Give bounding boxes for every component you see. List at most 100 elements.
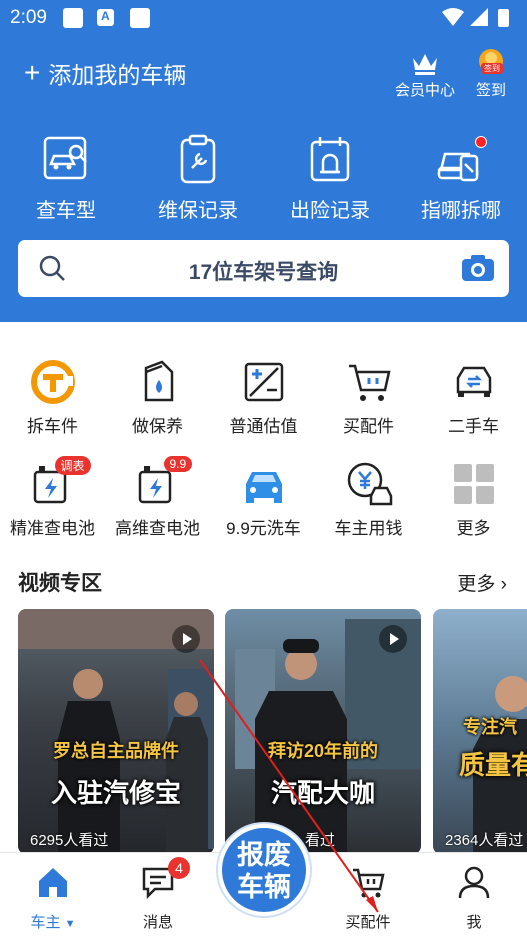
notification-icon	[130, 8, 150, 28]
more-label: 更多	[457, 574, 496, 595]
quick-label: 出险记录	[290, 200, 370, 222]
battery-icon: 调表	[29, 456, 91, 508]
user-icon	[457, 865, 491, 901]
service-label: 做保养	[132, 417, 183, 436]
add-vehicle-label: 添加我的车辆	[48, 62, 187, 88]
message-icon: 4	[141, 857, 190, 901]
valuation-icon	[240, 358, 288, 406]
service-dismantle-parts[interactable]: 拆车件	[0, 358, 105, 437]
scrap-line-2: 车辆	[237, 872, 291, 902]
car-loan-icon	[345, 460, 393, 508]
cart-icon	[345, 358, 393, 406]
tab-me[interactable]: 我	[439, 865, 509, 932]
service-label: 二手车	[448, 417, 499, 436]
header: 2:09 + 添加我的车辆 会员中心 签到 签到 查车	[0, 0, 527, 322]
message-count-badge: 4	[168, 857, 190, 879]
tab-buy-parts-label: 买配件	[345, 914, 391, 931]
oil-maintenance-icon	[134, 358, 182, 406]
video-caption-main: 汽配大咖	[270, 778, 375, 808]
status-icons	[440, 6, 515, 35]
video-views: 2364人看过	[445, 832, 524, 849]
video-card[interactable]: 拜访20年前的 汽配大咖 看过	[225, 609, 421, 854]
service-label: 更多	[456, 519, 491, 538]
service-valuation[interactable]: 普通估值	[211, 358, 316, 437]
video-section-title: 视频专区	[18, 572, 102, 595]
car-search-icon	[40, 134, 92, 188]
service-precise-battery-check[interactable]: 调表 精准查电池	[0, 456, 105, 539]
check-in-button[interactable]: 签到 签到	[476, 46, 506, 100]
service-buy-parts[interactable]: 买配件	[316, 358, 421, 437]
scrap-vehicle-button[interactable]: 报废 车辆	[218, 824, 310, 916]
vin-search-placeholder: 17位车架号查询	[188, 261, 339, 284]
camera-icon[interactable]	[461, 253, 495, 288]
service-car-wash[interactable]: 9.9元洗车	[211, 460, 316, 539]
used-car-icon	[450, 358, 498, 406]
video-views: 看过	[305, 832, 336, 849]
member-center-button[interactable]: 会员中心	[395, 46, 455, 100]
cart-icon	[351, 865, 385, 901]
wifi-icon	[442, 8, 464, 26]
chevron-right-icon: ›	[500, 574, 507, 595]
service-used-car[interactable]: 二手车	[421, 358, 526, 437]
check-in-label: 签到	[476, 82, 507, 99]
tab-messages[interactable]: 4 消息	[123, 857, 193, 932]
more-grid-icon	[450, 460, 498, 508]
crown-icon	[411, 46, 439, 76]
battery-icon: 9.9	[134, 456, 193, 508]
scrap-line-1: 报废	[237, 840, 291, 870]
video-more-link[interactable]: 更多 ›	[457, 569, 507, 596]
play-icon	[172, 625, 200, 653]
quick-label: 指哪拆哪	[421, 200, 501, 222]
service-maintenance[interactable]: 做保养	[105, 358, 210, 437]
quick-car-model[interactable]: 查车型	[6, 134, 126, 223]
home-icon	[36, 865, 70, 901]
service-label: 9.9元洗车	[226, 519, 301, 538]
signal-icon	[470, 8, 488, 26]
service-label: 拆车件	[27, 417, 78, 436]
video-card[interactable]: 专注汽 质量有 2364人看过	[433, 609, 527, 854]
service-car-loan[interactable]: 车主用钱	[316, 460, 421, 539]
quick-label: 维保记录	[158, 200, 238, 222]
tab-messages-label: 消息	[142, 914, 173, 931]
tab-home-label: 车主 ▼	[30, 914, 76, 931]
service-advanced-battery-check[interactable]: 9.9 高维查电池	[105, 456, 210, 539]
status-time: 2:09	[10, 7, 47, 28]
video-caption-top: 专注汽	[463, 717, 517, 737]
quick-label: 查车型	[36, 200, 96, 222]
tab-buy-parts[interactable]: 买配件	[333, 865, 403, 932]
caret-down-icon: ▼	[64, 918, 76, 930]
alarm-calendar-icon	[304, 134, 356, 188]
service-label: 普通估值	[229, 417, 298, 436]
check-in-badge: 签到	[481, 63, 503, 74]
service-label: 买配件	[343, 417, 394, 436]
service-more[interactable]: 更多	[421, 460, 526, 539]
tab-home[interactable]: 车主 ▼	[18, 865, 88, 932]
battery-tag: 调表	[54, 456, 91, 475]
service-label: 车主用钱	[334, 519, 403, 538]
quick-pick-parts[interactable]: 指哪拆哪	[401, 134, 521, 223]
quick-accident-record[interactable]: 出险记录	[270, 134, 390, 223]
video-caption-main: 入驻汽修宝	[50, 778, 181, 808]
price-tag: 9.9	[163, 456, 193, 472]
app-notification-icon	[97, 9, 114, 26]
video-caption-top: 拜访20年前的	[267, 741, 379, 761]
member-center-label: 会员中心	[395, 82, 456, 99]
play-icon	[379, 625, 407, 653]
car-wash-icon	[240, 460, 288, 508]
video-caption-top: 罗总自主品牌件	[53, 741, 179, 761]
video-views: 6295人看过	[30, 832, 109, 849]
service-label: 精准查电池	[10, 519, 95, 538]
dismantle-parts-icon	[29, 358, 77, 406]
video-card[interactable]: 罗总自主品牌件 入驻汽修宝 6295人看过	[18, 609, 214, 854]
quick-maintenance-record[interactable]: 维保记录	[138, 134, 258, 223]
tab-me-label: 我	[466, 914, 482, 931]
add-vehicle-button[interactable]: + 添加我的车辆	[24, 56, 186, 90]
red-dot-badge	[475, 136, 487, 148]
plus-icon: +	[24, 57, 41, 88]
service-label: 高维查电池	[115, 519, 200, 538]
check-in-icon: 签到	[478, 46, 504, 76]
vin-search-bar[interactable]: 17位车架号查询	[18, 240, 509, 297]
car-parts-icon	[435, 134, 487, 188]
video-caption-main: 质量有	[459, 750, 527, 780]
battery-status-icon	[498, 9, 509, 27]
